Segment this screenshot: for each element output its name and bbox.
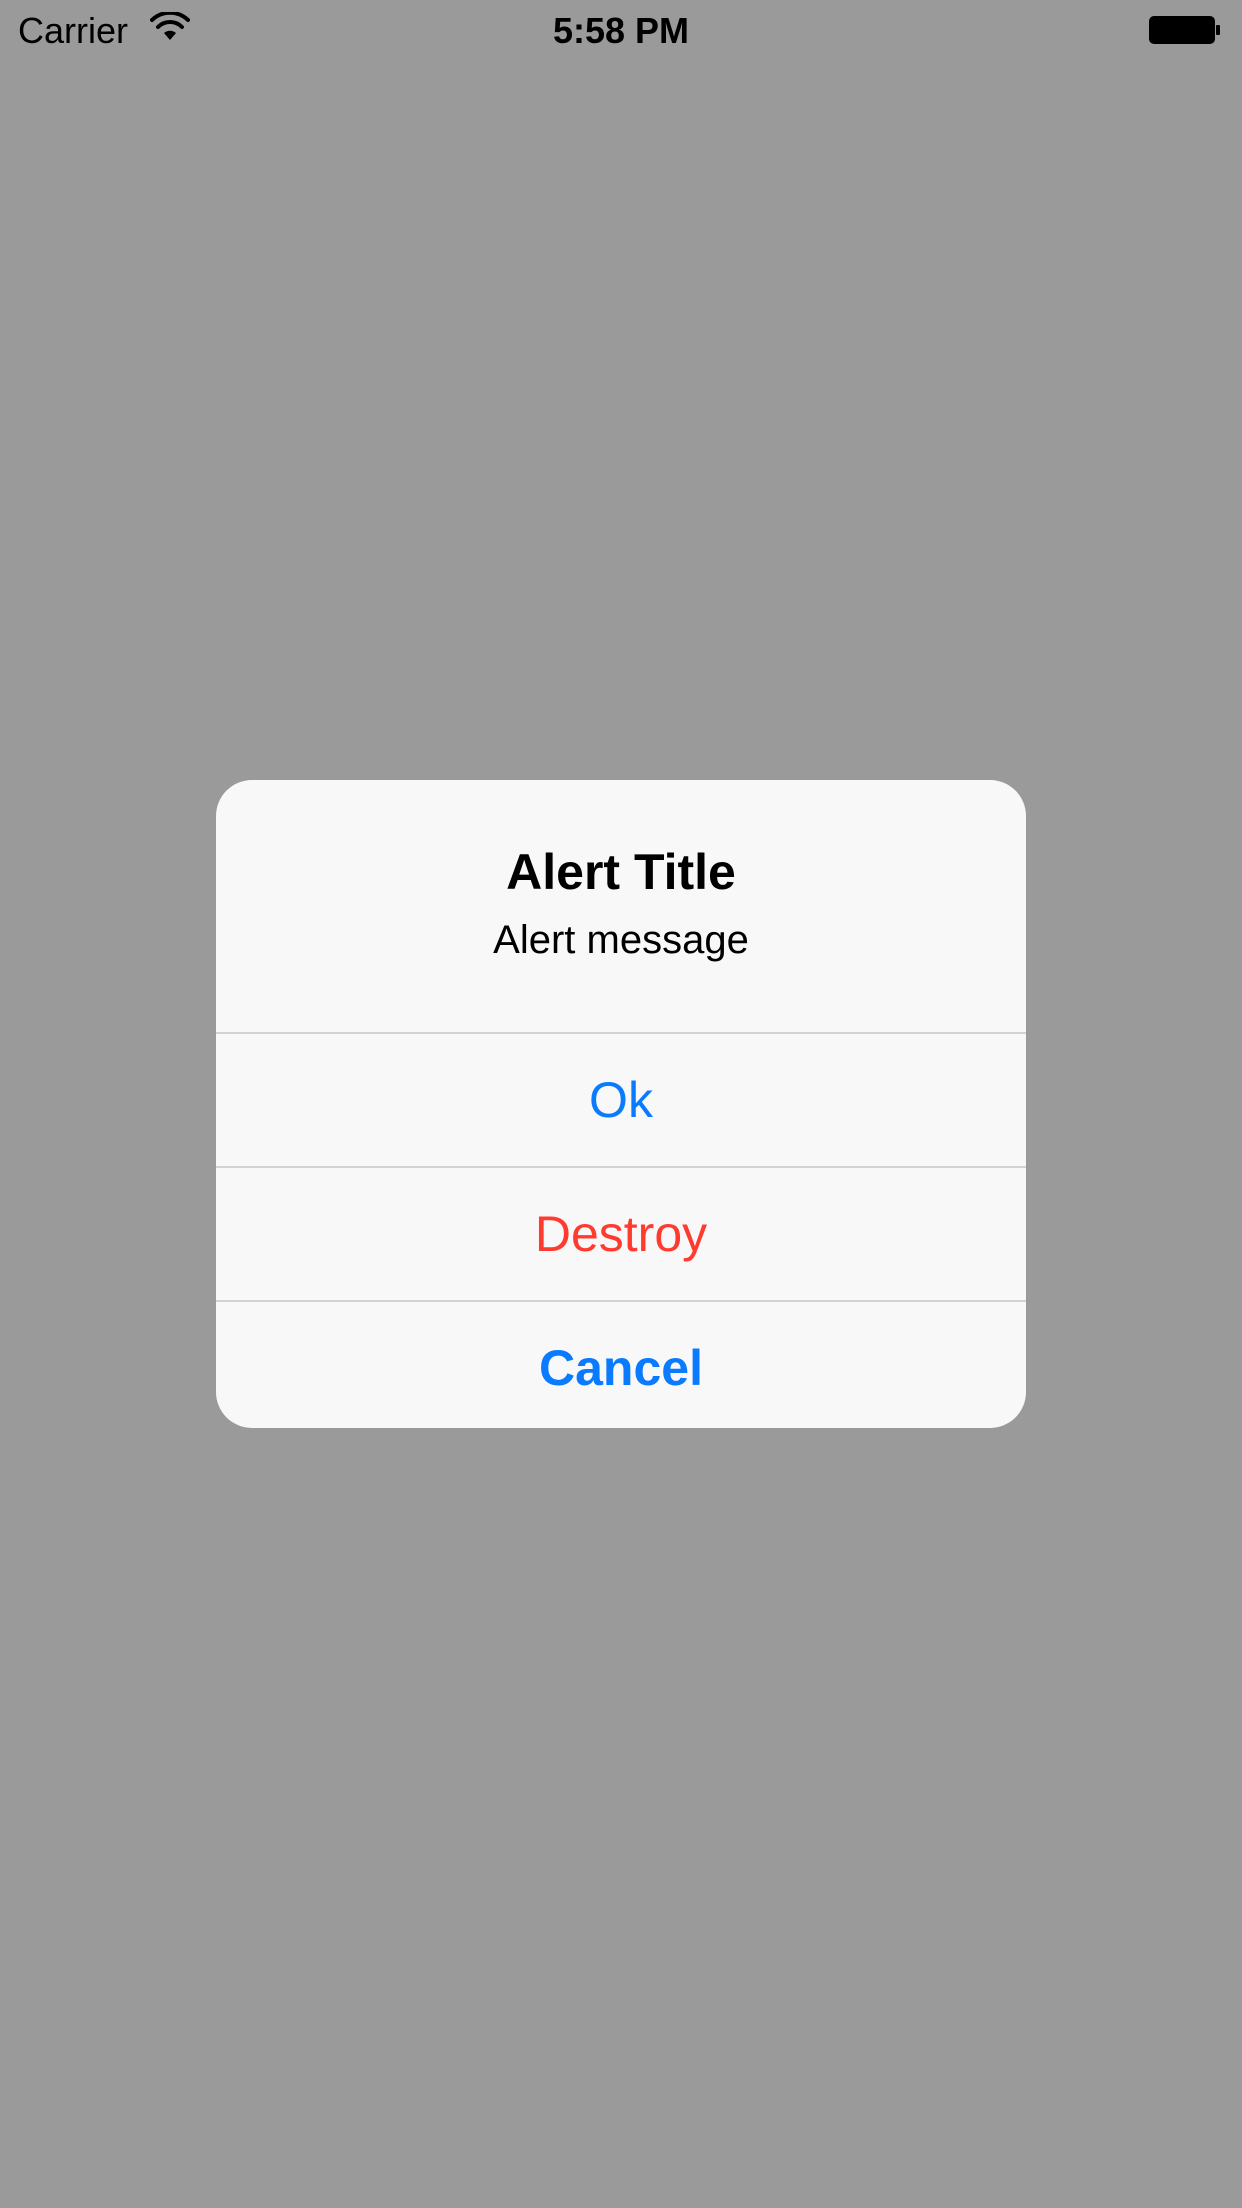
- ok-button[interactable]: Ok: [216, 1032, 1026, 1166]
- status-bar: Carrier 5:58 PM: [0, 0, 1242, 60]
- alert-dialog: Alert Title Alert message Ok Destroy Can…: [216, 780, 1026, 1428]
- alert-message: Alert message: [493, 918, 749, 962]
- alert-header: Alert Title Alert message: [216, 780, 1026, 1032]
- alert-title: Alert Title: [506, 844, 736, 900]
- status-time: 5:58 PM: [552, 10, 690, 51]
- cancel-button[interactable]: Cancel: [216, 1300, 1026, 1428]
- destroy-button[interactable]: Destroy: [216, 1166, 1026, 1300]
- battery-icon: [1149, 16, 1220, 44]
